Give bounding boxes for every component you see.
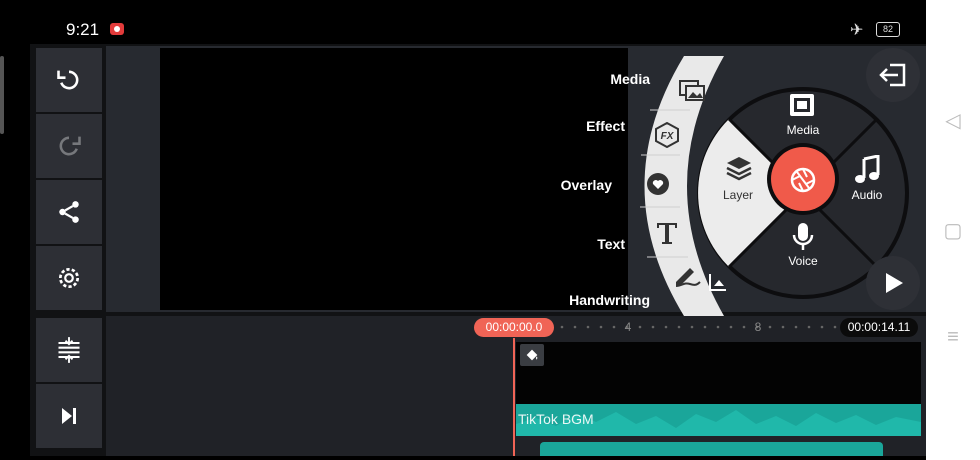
system-nav-bar: ◁ ▢ ≡ xyxy=(926,0,980,460)
circle-audio-label[interactable]: Audio xyxy=(837,188,897,202)
exit-icon xyxy=(879,63,906,87)
fan-item-overlay-label[interactable]: Overlay xyxy=(452,177,612,193)
nav-home-icon[interactable]: ▢ xyxy=(926,218,980,243)
nav-recents-icon[interactable]: ≡ xyxy=(926,326,980,349)
play-icon xyxy=(886,273,903,293)
layers-icon[interactable] xyxy=(725,154,753,187)
camera-shutter-icon xyxy=(790,167,816,193)
record-button[interactable] xyxy=(787,164,819,196)
text-icon[interactable] xyxy=(654,220,680,251)
sticker-icon[interactable] xyxy=(645,171,671,202)
circle-media-label[interactable]: Media xyxy=(773,123,833,137)
circle-media-icon[interactable] xyxy=(788,92,816,123)
music-note-icon[interactable] xyxy=(854,154,882,190)
play-button[interactable] xyxy=(866,256,920,310)
fan-item-effect-label[interactable]: Effect xyxy=(465,118,625,134)
fan-item-handwriting-label[interactable]: Handwriting xyxy=(490,292,650,308)
svg-text:FX: FX xyxy=(661,131,675,142)
microphone-icon[interactable] xyxy=(791,222,815,257)
circle-voice-label[interactable]: Voice xyxy=(773,254,833,268)
exit-button[interactable] xyxy=(866,48,920,102)
fan-item-text-label[interactable]: Text xyxy=(465,236,625,252)
fx-icon[interactable]: FX xyxy=(654,121,680,153)
circle-layer-label[interactable]: Layer xyxy=(708,188,768,202)
fan-item-media-label[interactable]: Media xyxy=(490,71,650,87)
nav-back-icon[interactable]: ◁ xyxy=(926,108,980,133)
